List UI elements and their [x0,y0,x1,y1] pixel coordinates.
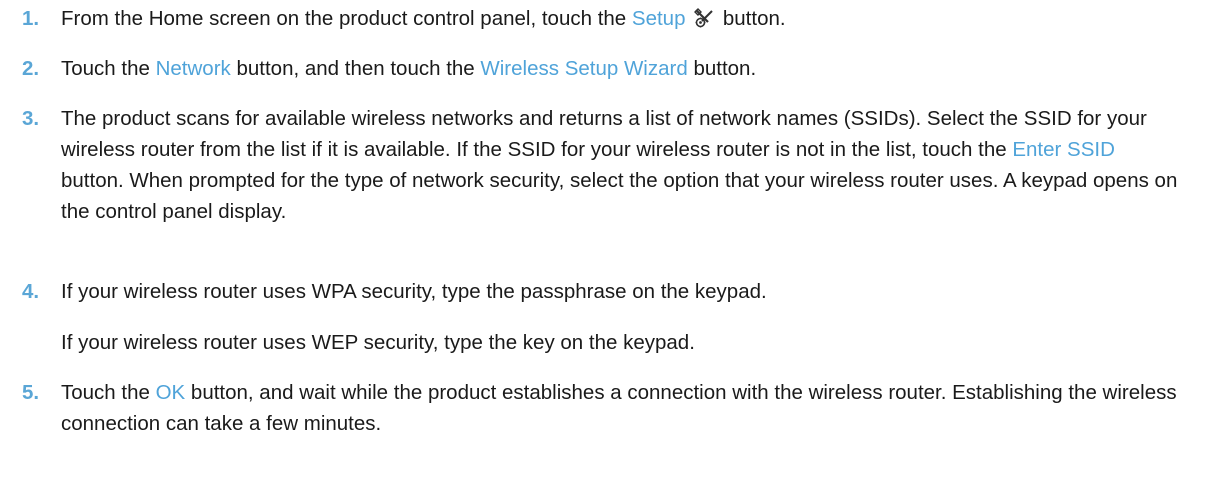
step-number: 1. [22,7,40,30]
step-number: 5. [22,381,40,404]
setup-button-label: Setup [631,7,686,30]
step-number: 4. [22,280,40,303]
step-text: Touch the Network button, and then touch… [61,57,757,80]
step-text: Touch the OK button, and wait while the … [61,381,1177,435]
network-button-label: Network [155,57,231,80]
wep-paragraph: If your wireless router uses WEP securit… [61,331,695,354]
setup-wrench-gear-icon [693,7,715,38]
wpa-paragraph: If your wireless router uses WPA securit… [61,280,767,303]
step-number: 3. [22,107,40,130]
wireless-setup-wizard-button-label: Wireless Setup Wizard [480,57,688,80]
instruction-steps: 1. From the Home screen on the product c… [0,0,1221,478]
enter-ssid-button-label: Enter SSID [1012,138,1115,161]
step-text: If your wireless router uses WPA securit… [61,276,1181,358]
step-text: The product scans for available wireless… [61,107,1178,223]
step-number: 2. [22,57,40,80]
ok-button-label: OK [155,381,186,404]
step-text: From the Home screen on the product cont… [61,3,1181,38]
